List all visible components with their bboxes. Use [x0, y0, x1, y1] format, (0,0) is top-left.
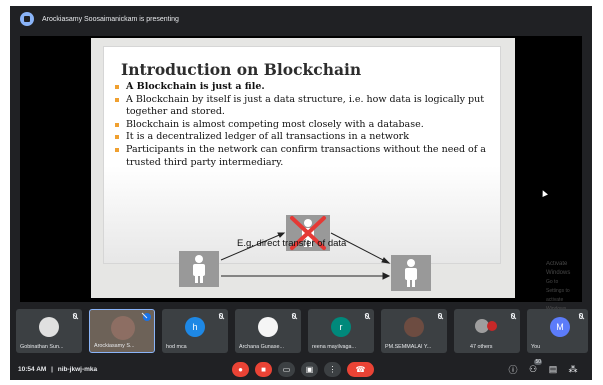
- participant-tile-active[interactable]: Arockiasamy S...: [89, 309, 155, 353]
- slide: Introduction on Blockchain A Blockchain …: [91, 38, 570, 312]
- mic-off-icon: [511, 313, 515, 319]
- avatar: r: [331, 317, 351, 337]
- participant-name: Archana Gunase...: [239, 344, 284, 350]
- mic-off-icon: ●: [238, 364, 243, 374]
- avatar: [404, 317, 424, 337]
- participant-name: Arockiasamy S...: [94, 343, 135, 349]
- speaking-icon: [143, 313, 151, 321]
- mouse-cursor-icon: [540, 189, 548, 197]
- activate-windows-watermark: Activate Windows Go to Settings to activ…: [546, 260, 570, 314]
- mic-off-icon: [365, 313, 369, 319]
- people-icon: ⚇: [528, 364, 538, 374]
- present-icon: ▣: [305, 364, 314, 374]
- activities-button[interactable]: ⁂: [566, 363, 580, 376]
- camera-off-icon: ■: [261, 364, 266, 374]
- meet-window: Arockiasamy Soosaimanickam is presenting…: [10, 6, 592, 380]
- participant-tile-others[interactable]: 47 others: [454, 309, 520, 353]
- participant-tile[interactable]: h hod mca: [162, 309, 228, 353]
- more-options-button[interactable]: ⋮: [324, 362, 341, 377]
- captions-icon: ▭: [282, 364, 291, 374]
- chat-button[interactable]: ▤: [546, 363, 560, 376]
- avatar: [258, 317, 278, 337]
- participant-name: You: [531, 344, 541, 350]
- participant-name: hod mca: [166, 344, 187, 350]
- activities-icon: ⁂: [568, 364, 578, 374]
- participant-tile[interactable]: PM.SEMMALAI Y...: [381, 309, 447, 353]
- clock: 10:54 AM: [18, 366, 47, 373]
- presenter-label: Arockiasamy Soosaimanickam is presenting: [42, 15, 179, 23]
- diagram-label: E.g. direct transfer of data: [237, 238, 347, 249]
- avatar: M: [550, 317, 570, 337]
- people-button[interactable]: ⚇ 50: [526, 359, 542, 376]
- info-icon: ⓘ: [508, 365, 518, 375]
- presentation-stage: Introduction on Blockchain A Blockchain …: [20, 36, 582, 312]
- presentation-icon: [20, 12, 34, 26]
- people-count-badge: 50: [534, 359, 542, 365]
- mic-off-icon: [219, 313, 223, 319]
- captions-button[interactable]: ▭: [278, 362, 295, 377]
- meeting-info: 10:54 AM | nib-jkwj-mka: [18, 366, 97, 373]
- watermark-line1: Activate Windows: [546, 261, 571, 276]
- avatar: h: [185, 317, 205, 337]
- mic-off-icon: [579, 313, 583, 319]
- participant-tile[interactable]: Archana Gunase...: [235, 309, 301, 353]
- avatar: [39, 317, 59, 337]
- mic-off-icon: [292, 313, 296, 319]
- participant-strip: Gobinathan Sun... Arockiasamy S... h hod…: [16, 309, 588, 353]
- presenter-bar: Arockiasamy Soosaimanickam is presenting: [10, 6, 592, 32]
- meeting-code: nib-jkwj-mka: [57, 366, 98, 373]
- participant-name: Gobinathan Sun...: [20, 344, 64, 350]
- participant-tile-self[interactable]: M You: [527, 309, 588, 353]
- avatar: [111, 316, 135, 340]
- present-button[interactable]: ▣: [301, 362, 318, 377]
- info-button[interactable]: ⓘ: [506, 363, 520, 376]
- participant-name: PM.SEMMALAI Y...: [385, 344, 432, 350]
- participant-name: reena mayilvaga...: [312, 344, 357, 350]
- chat-icon: ▤: [548, 364, 558, 374]
- transfer-diagram: [179, 215, 431, 291]
- participant-tile[interactable]: r reena mayilvaga...: [308, 309, 374, 353]
- avatar: [487, 321, 497, 331]
- mic-off-icon: [73, 313, 77, 319]
- mic-off-icon: [438, 313, 442, 319]
- leave-call-button[interactable]: ☎: [347, 362, 374, 377]
- hangup-icon: ☎: [355, 364, 366, 374]
- mic-toggle-button[interactable]: ●: [232, 362, 249, 377]
- camera-toggle-button[interactable]: ■: [255, 362, 272, 377]
- participant-name: 47 others: [470, 344, 493, 350]
- participant-tile[interactable]: Gobinathan Sun...: [16, 309, 82, 353]
- more-icon: ⋮: [328, 364, 337, 374]
- separator: |: [51, 366, 53, 373]
